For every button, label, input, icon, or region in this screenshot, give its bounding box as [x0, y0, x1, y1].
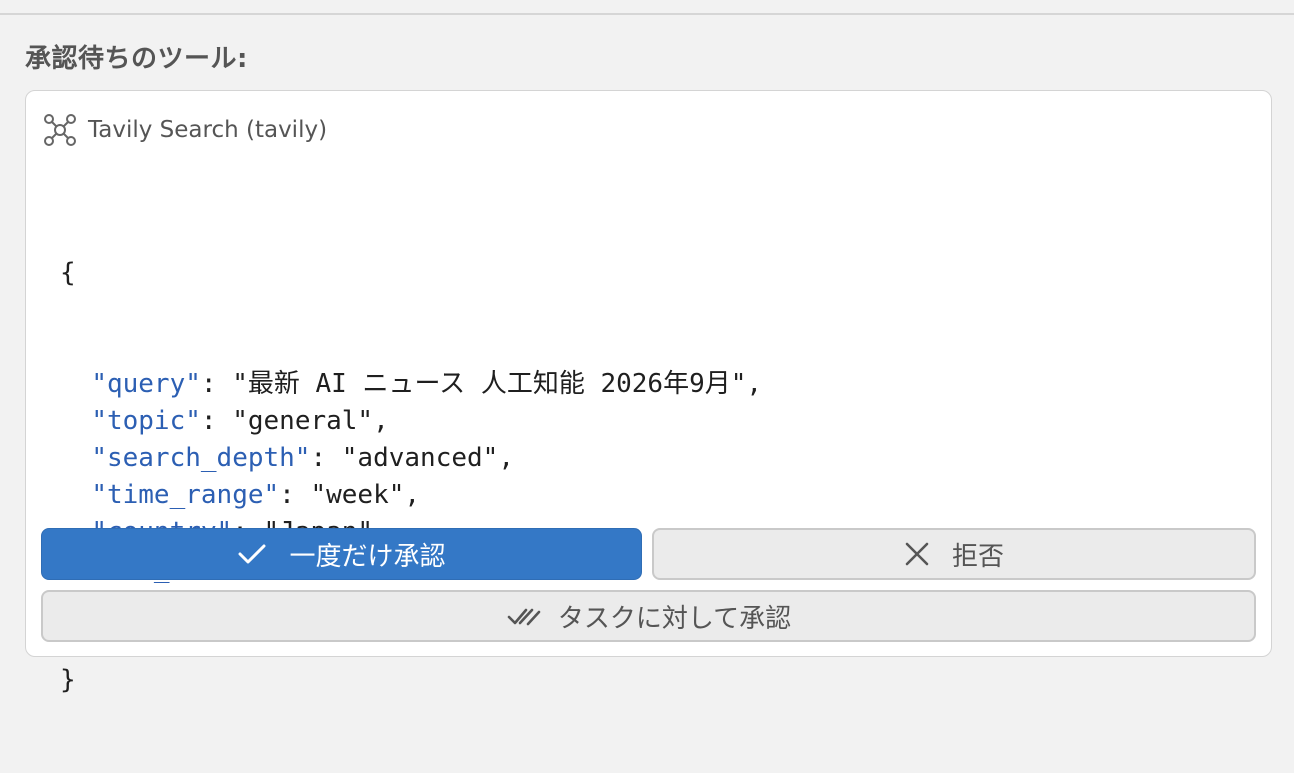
- json-trailing-punct: ,: [404, 480, 421, 510]
- json-trailing-punct: ,: [373, 406, 389, 436]
- json-trailing-punct: ,: [746, 369, 763, 399]
- tool-network-icon: [42, 112, 78, 148]
- json-open-brace: {: [60, 258, 76, 288]
- json-key: "topic": [91, 406, 201, 436]
- json-field-line: "search_depth": "advanced",: [91, 443, 514, 473]
- tool-arguments-json: { "query": "最新 AI ニュース 人工知能 2026年9月", "t…: [60, 181, 762, 773]
- tool-name: Tavily Search (tavily): [88, 117, 328, 143]
- json-field-line: "topic": "general",: [91, 406, 389, 436]
- approve-for-task-label: タスクに対して承認: [557, 603, 792, 634]
- approve-for-task-button[interactable]: タスクに対して承認: [41, 590, 1256, 642]
- approve-once-label: 一度だけ承認: [289, 541, 446, 572]
- reject-label: 拒否: [951, 541, 1004, 572]
- tool-approval-card: Tavily Search (tavily) { "query": "最新 AI…: [25, 90, 1272, 695]
- json-key: "search_depth": [91, 443, 311, 473]
- reject-button[interactable]: 拒否: [652, 528, 1256, 580]
- json-value: "general": [232, 406, 374, 436]
- check-icon: [237, 542, 267, 566]
- approve-once-button[interactable]: 一度だけ承認: [41, 528, 642, 580]
- tool-header: Tavily Search (tavily): [42, 113, 327, 147]
- close-icon: [904, 541, 930, 567]
- json-trailing-punct: ,: [498, 443, 514, 473]
- section-title: 承認待ちのツール:: [25, 44, 248, 74]
- double-check-icon: [506, 604, 542, 628]
- json-field-line: "query": "最新 AI ニュース 人工知能 2026年9月",: [91, 369, 763, 399]
- json-key: "query": [91, 369, 201, 399]
- json-close-brace: }: [60, 665, 76, 695]
- json-value: "最新 AI ニュース 人工知能 2026年9月": [232, 369, 747, 399]
- json-field-line: "time_range": "week",: [91, 480, 421, 510]
- json-value: "week": [310, 480, 405, 510]
- json-key: "time_range": [91, 480, 280, 510]
- top-divider: [0, 0, 1294, 15]
- json-value: "advanced": [341, 443, 499, 473]
